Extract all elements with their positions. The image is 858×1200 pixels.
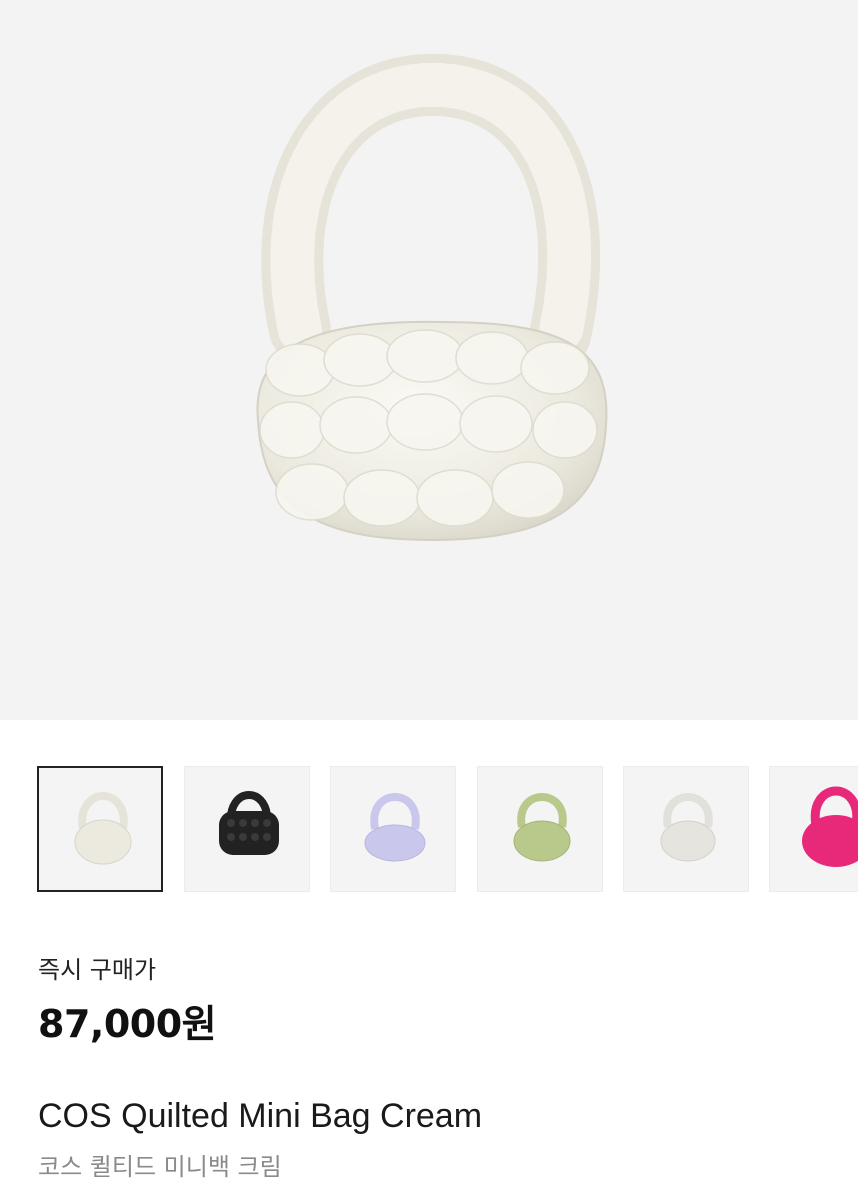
thumb-lilac[interactable]	[330, 766, 456, 892]
quilted-bag-illustration	[256, 53, 608, 542]
black-bag-thumb-icon	[219, 790, 279, 855]
thumbnail-strip[interactable]	[0, 766, 858, 894]
product-title: COS Quilted Mini Bag Cream	[38, 1097, 483, 1135]
thumb-cream-2[interactable]	[623, 766, 749, 892]
main-product-image	[0, 0, 858, 720]
green-bag-thumb-icon	[513, 792, 571, 862]
lilac-bag-thumb-icon	[364, 792, 426, 862]
thumb-black[interactable]	[184, 766, 310, 892]
cream-bag-thumb-icon	[74, 791, 132, 865]
thumb-green[interactable]	[477, 766, 603, 892]
thumb-pink[interactable]	[769, 766, 858, 892]
cream-bag-thumb-icon-2	[660, 792, 716, 862]
pink-bag-thumb-icon	[802, 786, 858, 867]
price: 87,000원	[38, 1002, 217, 1046]
product-subtitle: 코스 퀼티드 미니백 크림	[38, 1153, 282, 1181]
instant-buy-price-label: 즉시 구매가	[38, 956, 157, 984]
thumb-cream[interactable]	[37, 766, 163, 892]
